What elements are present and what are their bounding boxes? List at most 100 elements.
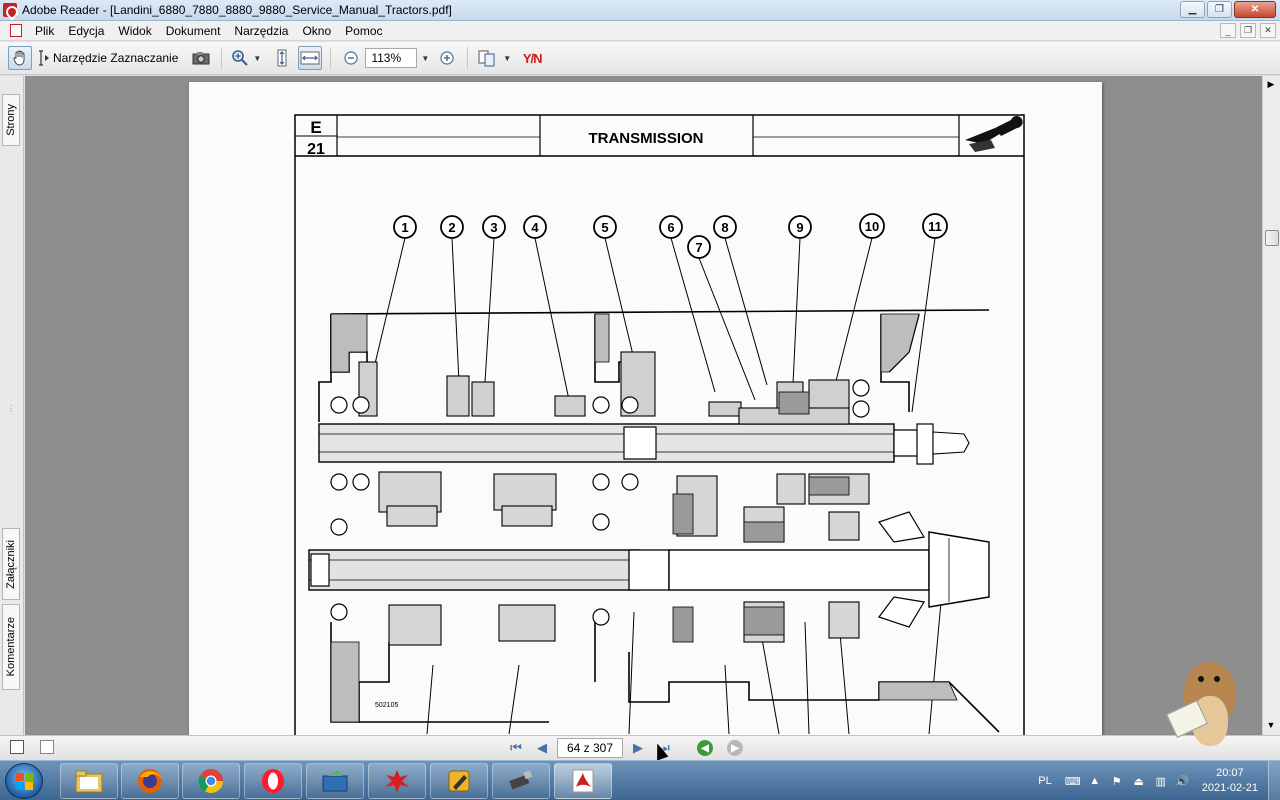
first-page-button[interactable]: ⏮ [505, 738, 527, 758]
transmission-drawing: E 21 TRANSMISSION 1 2 3 4 5 6 7 8 9 10 1… [294, 114, 1025, 735]
zoom-out-button[interactable] [339, 46, 363, 70]
menu-edycja[interactable]: Edycja [61, 24, 111, 38]
usb-eject-icon[interactable]: ⏏ [1132, 774, 1146, 788]
svg-text:3: 3 [490, 220, 497, 235]
svg-text:2: 2 [448, 220, 455, 235]
tab-komentarze[interactable]: Komentarze [2, 604, 20, 690]
pencil-icon [448, 770, 470, 792]
network-icon[interactable]: ▥ [1154, 774, 1168, 788]
svg-text:11: 11 [928, 219, 942, 234]
title-bar: Adobe Reader - [Landini_6880_7880_8880_9… [0, 0, 1280, 21]
next-view-button[interactable]: ▶ [727, 740, 743, 756]
continuous-page-icon[interactable] [40, 740, 54, 754]
upper-shaft [318, 423, 970, 465]
taskbar-file-manager[interactable] [306, 763, 364, 799]
window-title: Adobe Reader - [Landini_6880_7880_8880_9… [22, 3, 452, 17]
doc-restore-button[interactable]: ❐ [1240, 23, 1256, 38]
keyboard-icon[interactable]: ⌨ [1065, 774, 1081, 788]
text-cursor-icon [39, 50, 49, 66]
scrollbar-thumb[interactable] [1265, 230, 1279, 246]
flag-icon[interactable]: ⚑ [1110, 774, 1124, 788]
vertical-scrollbar[interactable]: ▶ ▼ [1262, 76, 1280, 735]
taskbar-adobe-reader[interactable] [554, 763, 612, 799]
zoom-dropdown-icon[interactable]: ▼ [421, 54, 429, 63]
tab-strony-label: Strony [5, 104, 17, 136]
fit-page-button[interactable] [270, 46, 294, 70]
callout-7: 7 [687, 235, 711, 259]
clock[interactable]: 20:07 2021-02-21 [1202, 766, 1258, 796]
previous-page-button[interactable]: ◀ [531, 738, 553, 758]
previous-view-button[interactable]: ◀ [697, 740, 713, 756]
menu-dokument[interactable]: Dokument [159, 24, 228, 38]
document-view[interactable]: E 21 TRANSMISSION 1 2 3 4 5 6 7 8 9 10 1… [25, 76, 1262, 735]
taskbar-opera[interactable] [244, 763, 302, 799]
toolbar: Narzędzie Zaznaczanie ▼ 113% ▼ ▼ Y/N [0, 42, 1280, 75]
volume-icon[interactable]: 🔊 [1176, 774, 1190, 788]
page-number-field[interactable]: 64 z 307 [557, 738, 623, 758]
section-letter: E [310, 118, 321, 137]
plugin-button[interactable]: Y/N [520, 46, 544, 70]
status-bar: ⏮ ◀ 64 z 307 ▶ ⏭ ◀ ▶ [0, 662, 1280, 761]
firefox-icon [138, 769, 162, 793]
taskbar-firefox[interactable] [121, 763, 179, 799]
doc-close-button[interactable]: ✕ [1260, 23, 1276, 38]
svg-text:1: 1 [401, 220, 408, 235]
scroll-down-arrow-icon[interactable]: ▼ [1263, 717, 1279, 733]
callout-11: 11 [922, 213, 948, 239]
chevron-down-icon[interactable]: ▼ [503, 54, 511, 63]
clock-date: 2021-02-21 [1201, 782, 1258, 794]
select-tool-label: Narzędzie Zaznaczanie [53, 51, 179, 65]
doc-minimize-button[interactable]: _ [1220, 23, 1236, 38]
start-button[interactable] [5, 763, 43, 799]
window-controls: ▁ ❐ ✕ [1180, 1, 1276, 18]
taskbar-usb-drive[interactable] [492, 763, 550, 799]
navigation-panel: Strony ⋮ Załączniki Komentarze [0, 76, 24, 735]
menu-okno[interactable]: Okno [295, 24, 338, 38]
language-indicator[interactable]: PL [1038, 775, 1051, 787]
zoom-tool-button[interactable]: ▼ [230, 46, 266, 70]
tab-strony[interactable]: Strony [2, 94, 20, 146]
page-layout-icon [478, 50, 495, 67]
tab-zalaczniki[interactable]: Załączniki [2, 528, 20, 600]
svg-text:6: 6 [667, 220, 674, 235]
taskbar-file-explorer[interactable] [60, 763, 118, 799]
page-layout-button[interactable]: ▼ [476, 46, 516, 70]
hand-tool-button[interactable] [8, 46, 32, 70]
menu-pomoc[interactable]: Pomoc [338, 24, 389, 38]
fit-width-button[interactable] [298, 46, 323, 70]
zoom-in-button[interactable] [435, 46, 459, 70]
section-page-number: 21 [307, 141, 325, 158]
taskbar-pencil-tool[interactable] [430, 763, 488, 799]
restore-button[interactable]: ❐ [1207, 1, 1232, 18]
svg-text:5: 5 [601, 220, 608, 235]
menu-widok[interactable]: Widok [111, 24, 158, 38]
next-page-button[interactable]: ▶ [627, 738, 649, 758]
svg-text:9: 9 [796, 220, 803, 235]
document-window-controls: _ ❐ ✕ [1220, 23, 1276, 38]
zoom-level-input[interactable]: 113% [365, 48, 418, 68]
system-tray: PL ⌨ ▲ ⚑ ⏏ ▥ 🔊 20:07 2021-02-21 [1038, 761, 1280, 800]
close-button[interactable]: ✕ [1234, 1, 1276, 18]
show-desktop-button[interactable] [1268, 761, 1280, 800]
scroll-right-arrow-icon[interactable]: ▶ [1263, 76, 1279, 92]
chevron-down-icon[interactable]: ▼ [253, 54, 261, 63]
taskbar-chrome[interactable] [182, 763, 240, 799]
lower-shaft [308, 531, 990, 608]
menu-plik[interactable]: Plik [28, 24, 61, 38]
callout-4: 4 [523, 215, 547, 239]
callout-1: 1 [393, 215, 417, 239]
tray-expand-icon[interactable]: ▲ [1088, 774, 1102, 788]
side-panel-resize-handle[interactable]: ⋮ [2, 396, 20, 420]
document-icon[interactable] [10, 24, 22, 37]
magnifier-icon [232, 50, 249, 66]
single-page-icon[interactable] [10, 740, 24, 754]
zoom-out-icon [344, 51, 358, 65]
callout-2: 2 [440, 215, 464, 239]
menu-narzedzia[interactable]: Narzędzia [227, 24, 295, 38]
snapshot-tool-button[interactable] [189, 46, 213, 70]
select-tool-button[interactable]: Narzędzie Zaznaczanie [36, 46, 185, 70]
minimize-button[interactable]: ▁ [1180, 1, 1205, 18]
taskbar-red-app[interactable] [368, 763, 426, 799]
folder-icon [75, 770, 103, 793]
pdf-page: E 21 TRANSMISSION 1 2 3 4 5 6 7 8 9 10 1… [189, 82, 1102, 735]
